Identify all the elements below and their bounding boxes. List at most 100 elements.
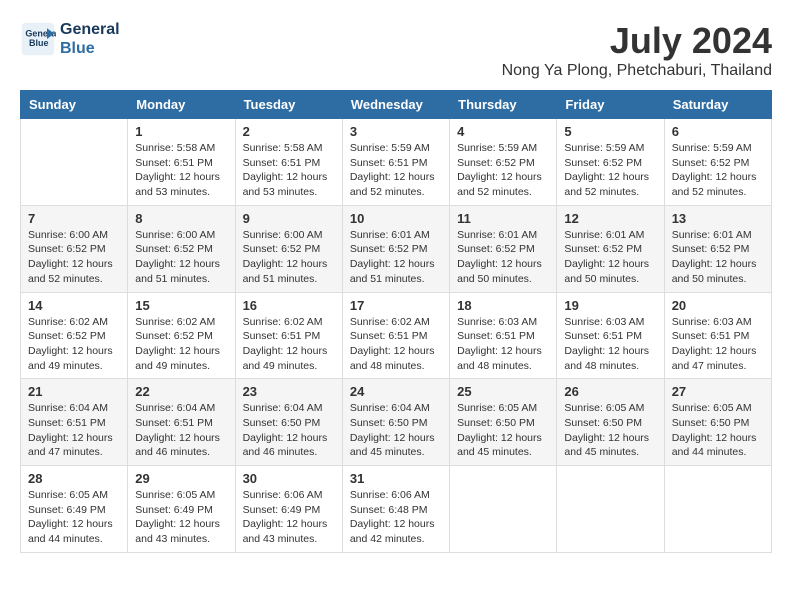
day-cell: [21, 119, 128, 206]
day-info: Sunrise: 6:05 AM Sunset: 6:50 PM Dayligh…: [672, 401, 764, 460]
day-number: 27: [672, 384, 764, 399]
header-sunday: Sunday: [21, 91, 128, 119]
day-cell: 9 Sunrise: 6:00 AM Sunset: 6:52 PM Daylig…: [235, 205, 342, 292]
day-cell: 29 Sunrise: 6:05 AM Sunset: 6:49 PM Dayli…: [128, 466, 235, 553]
header-thursday: Thursday: [450, 91, 557, 119]
day-cell: 3 Sunrise: 5:59 AM Sunset: 6:51 PM Daylig…: [342, 119, 449, 206]
day-number: 2: [243, 124, 335, 139]
day-number: 6: [672, 124, 764, 139]
day-info: Sunrise: 5:59 AM Sunset: 6:52 PM Dayligh…: [564, 141, 656, 200]
day-info: Sunrise: 6:04 AM Sunset: 6:51 PM Dayligh…: [135, 401, 227, 460]
day-info: Sunrise: 6:05 AM Sunset: 6:49 PM Dayligh…: [135, 488, 227, 547]
day-info: Sunrise: 5:59 AM Sunset: 6:52 PM Dayligh…: [672, 141, 764, 200]
day-cell: 23 Sunrise: 6:04 AM Sunset: 6:50 PM Dayli…: [235, 379, 342, 466]
day-info: Sunrise: 6:01 AM Sunset: 6:52 PM Dayligh…: [672, 228, 764, 287]
day-cell: 10 Sunrise: 6:01 AM Sunset: 6:52 PM Dayli…: [342, 205, 449, 292]
day-cell: 8 Sunrise: 6:00 AM Sunset: 6:52 PM Daylig…: [128, 205, 235, 292]
day-cell: 31 Sunrise: 6:06 AM Sunset: 6:48 PM Dayli…: [342, 466, 449, 553]
day-number: 14: [28, 298, 120, 313]
day-number: 13: [672, 211, 764, 226]
day-cell: [450, 466, 557, 553]
day-number: 12: [564, 211, 656, 226]
day-info: Sunrise: 6:00 AM Sunset: 6:52 PM Dayligh…: [28, 228, 120, 287]
day-number: 23: [243, 384, 335, 399]
week-row-1: 1 Sunrise: 5:58 AM Sunset: 6:51 PM Daylig…: [21, 119, 772, 206]
day-info: Sunrise: 6:03 AM Sunset: 6:51 PM Dayligh…: [672, 315, 764, 374]
day-cell: 12 Sunrise: 6:01 AM Sunset: 6:52 PM Dayli…: [557, 205, 664, 292]
day-cell: 18 Sunrise: 6:03 AM Sunset: 6:51 PM Dayli…: [450, 292, 557, 379]
logo: General Blue General Blue: [20, 20, 120, 58]
day-number: 30: [243, 471, 335, 486]
day-cell: 26 Sunrise: 6:05 AM Sunset: 6:50 PM Dayli…: [557, 379, 664, 466]
day-info: Sunrise: 5:58 AM Sunset: 6:51 PM Dayligh…: [135, 141, 227, 200]
day-cell: 1 Sunrise: 5:58 AM Sunset: 6:51 PM Daylig…: [128, 119, 235, 206]
header-saturday: Saturday: [664, 91, 771, 119]
logo-subtext: Blue: [60, 39, 120, 58]
day-info: Sunrise: 6:06 AM Sunset: 6:49 PM Dayligh…: [243, 488, 335, 547]
day-info: Sunrise: 6:00 AM Sunset: 6:52 PM Dayligh…: [135, 228, 227, 287]
day-cell: 17Sunrise: 6:02 AM Sunset: 6:51 PM Dayli…: [342, 292, 449, 379]
day-number: 29: [135, 471, 227, 486]
day-cell: 15Sunrise: 6:02 AM Sunset: 6:52 PM Dayli…: [128, 292, 235, 379]
day-info: Sunrise: 6:04 AM Sunset: 6:51 PM Dayligh…: [28, 401, 120, 460]
day-cell: 19 Sunrise: 6:03 AM Sunset: 6:51 PM Dayli…: [557, 292, 664, 379]
day-info: Sunrise: 6:01 AM Sunset: 6:52 PM Dayligh…: [350, 228, 442, 287]
svg-text:Blue: Blue: [29, 38, 49, 48]
day-info: Sunrise: 5:59 AM Sunset: 6:51 PM Dayligh…: [350, 141, 442, 200]
day-cell: 5 Sunrise: 5:59 AM Sunset: 6:52 PM Daylig…: [557, 119, 664, 206]
day-number: 3: [350, 124, 442, 139]
day-number: 1: [135, 124, 227, 139]
day-cell: 25Sunrise: 6:05 AM Sunset: 6:50 PM Dayli…: [450, 379, 557, 466]
calendar-header-row: SundayMondayTuesdayWednesdayThursdayFrid…: [21, 91, 772, 119]
day-number: 18: [457, 298, 549, 313]
day-info: Sunrise: 6:01 AM Sunset: 6:52 PM Dayligh…: [457, 228, 549, 287]
week-row-3: 14 Sunrise: 6:02 AM Sunset: 6:52 PM Dayli…: [21, 292, 772, 379]
title-section: July 2024 Nong Ya Plong, Phetchaburi, Th…: [502, 20, 772, 80]
day-number: 28: [28, 471, 120, 486]
day-info: Sunrise: 6:02 AM Sunset: 6:52 PM Dayligh…: [28, 315, 120, 374]
day-number: 20: [672, 298, 764, 313]
day-number: 4: [457, 124, 549, 139]
day-info: Sunrise: 5:59 AM Sunset: 6:52 PM Dayligh…: [457, 141, 549, 200]
day-number: 22: [135, 384, 227, 399]
header-tuesday: Tuesday: [235, 91, 342, 119]
day-info: Sunrise: 6:06 AM Sunset: 6:48 PM Dayligh…: [350, 488, 442, 547]
day-number: 8: [135, 211, 227, 226]
day-cell: 22 Sunrise: 6:04 AM Sunset: 6:51 PM Dayli…: [128, 379, 235, 466]
day-number: 21: [28, 384, 120, 399]
day-number: 10: [350, 211, 442, 226]
day-cell: [557, 466, 664, 553]
day-cell: 6 Sunrise: 5:59 AM Sunset: 6:52 PM Daylig…: [664, 119, 771, 206]
day-info: Sunrise: 6:00 AM Sunset: 6:52 PM Dayligh…: [243, 228, 335, 287]
header-wednesday: Wednesday: [342, 91, 449, 119]
day-info: Sunrise: 6:02 AM Sunset: 6:51 PM Dayligh…: [243, 315, 335, 374]
day-info: Sunrise: 6:01 AM Sunset: 6:52 PM Dayligh…: [564, 228, 656, 287]
day-number: 24: [350, 384, 442, 399]
day-info: Sunrise: 6:03 AM Sunset: 6:51 PM Dayligh…: [564, 315, 656, 374]
day-cell: 30 Sunrise: 6:06 AM Sunset: 6:49 PM Dayli…: [235, 466, 342, 553]
day-cell: 24 Sunrise: 6:04 AM Sunset: 6:50 PM Dayli…: [342, 379, 449, 466]
day-info: Sunrise: 6:05 AM Sunset: 6:49 PM Dayligh…: [28, 488, 120, 547]
day-number: 19: [564, 298, 656, 313]
day-number: 9: [243, 211, 335, 226]
day-number: 31: [350, 471, 442, 486]
day-number: 26: [564, 384, 656, 399]
day-info: Sunrise: 6:03 AM Sunset: 6:51 PM Dayligh…: [457, 315, 549, 374]
day-number: 17: [350, 298, 442, 313]
day-info: Sunrise: 6:04 AM Sunset: 6:50 PM Dayligh…: [350, 401, 442, 460]
logo-text: General: [60, 20, 120, 39]
day-number: 11: [457, 211, 549, 226]
week-row-2: 7Sunrise: 6:00 AM Sunset: 6:52 PM Daylig…: [21, 205, 772, 292]
location: Nong Ya Plong, Phetchaburi, Thailand: [502, 62, 772, 80]
day-cell: 13 Sunrise: 6:01 AM Sunset: 6:52 PM Dayli…: [664, 205, 771, 292]
header-monday: Monday: [128, 91, 235, 119]
day-info: Sunrise: 6:05 AM Sunset: 6:50 PM Dayligh…: [564, 401, 656, 460]
day-number: 25: [457, 384, 549, 399]
week-row-4: 21 Sunrise: 6:04 AM Sunset: 6:51 PM Dayli…: [21, 379, 772, 466]
day-info: Sunrise: 6:04 AM Sunset: 6:50 PM Dayligh…: [243, 401, 335, 460]
header-friday: Friday: [557, 91, 664, 119]
day-cell: 28 Sunrise: 6:05 AM Sunset: 6:49 PM Dayli…: [21, 466, 128, 553]
day-number: 5: [564, 124, 656, 139]
calendar-table: SundayMondayTuesdayWednesdayThursdayFrid…: [20, 90, 772, 553]
day-cell: 14 Sunrise: 6:02 AM Sunset: 6:52 PM Dayli…: [21, 292, 128, 379]
